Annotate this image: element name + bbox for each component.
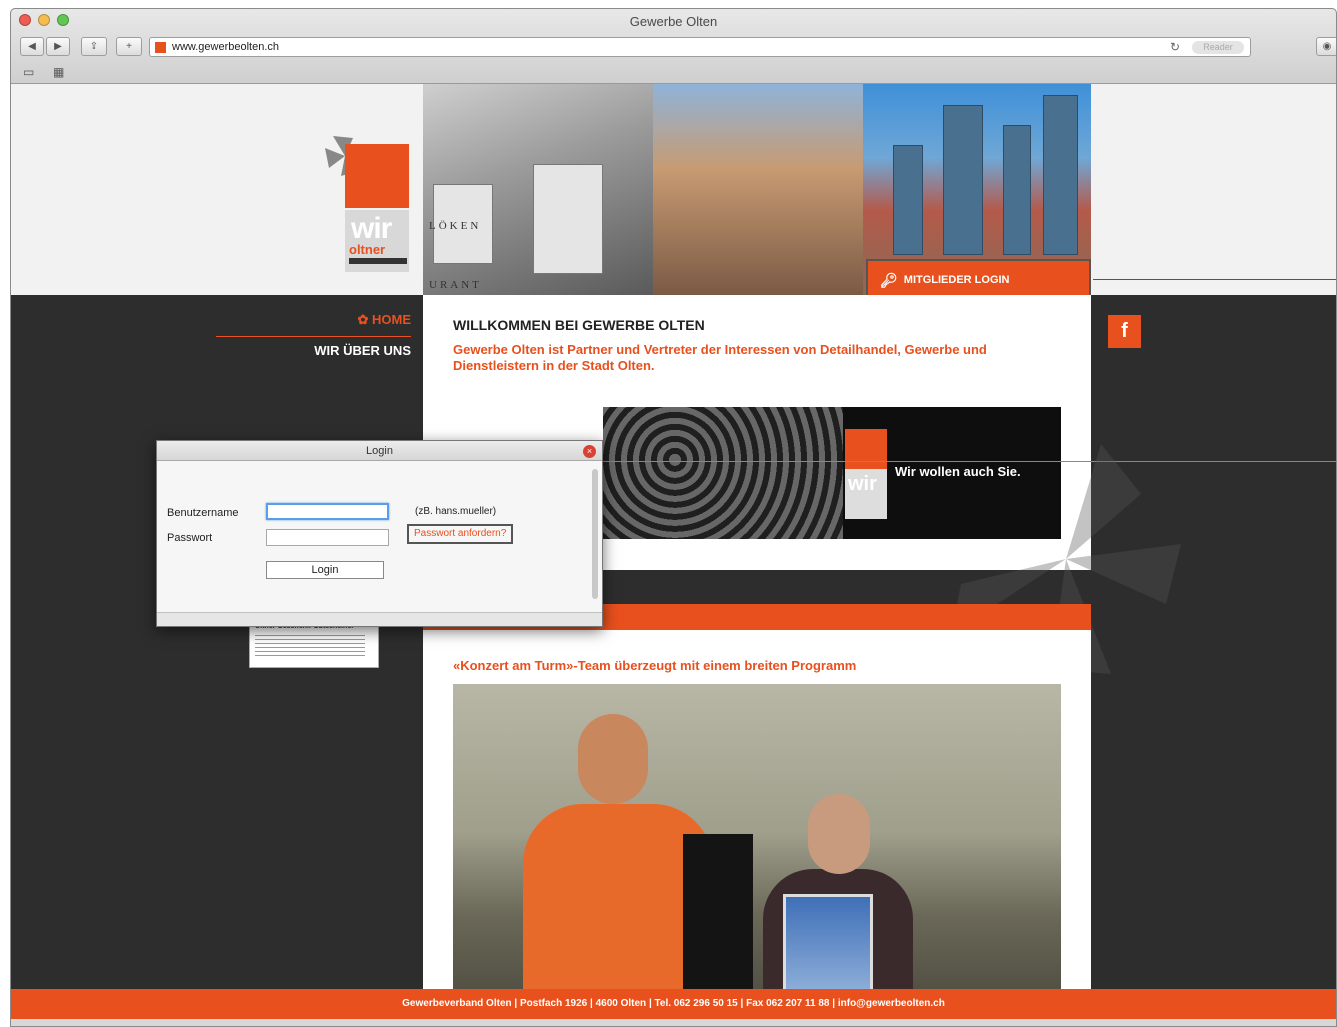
login-submit-button[interactable]: Login — [266, 561, 384, 579]
page-footer: Gewerbeverband Olten | Postfach 1926 | 4… — [11, 989, 1336, 1019]
callout-line-2 — [533, 461, 1336, 462]
browser-status-bar — [11, 1019, 1336, 1026]
web-page: wir oltner LÖKEN URANT 🔑︎ MITGLIEDER LOGI… — [11, 84, 1336, 1026]
share-icon: ⇪ — [89, 41, 99, 52]
reader-button[interactable]: Reader — [1192, 41, 1244, 54]
member-login-label: MITGLIEDER LOGIN — [903, 274, 1010, 286]
favicon-icon — [155, 42, 166, 53]
address-bar[interactable]: www.gewerbeolten.ch ↻ Reader — [149, 37, 1251, 57]
welcome-heading: WILLKOMMEN BEI GEWERBE OLTEN — [453, 317, 705, 333]
ad-fine-print — [255, 635, 365, 657]
reload-icon[interactable]: ↻ — [1170, 40, 1180, 54]
news-section: Aktuell «Konzert am Turm»-Team überzeugt… — [423, 604, 1091, 1014]
bookmarks-sidebar-icon[interactable]: ▭ — [23, 65, 34, 79]
callout-line — [1093, 279, 1336, 280]
facebook-icon[interactable]: f — [1108, 315, 1141, 348]
share-button[interactable]: ⇪ — [81, 37, 107, 56]
nav-home-label: HOME — [372, 312, 411, 327]
crowd-photo — [603, 407, 843, 539]
window-title: Gewerbe Olten — [629, 14, 718, 29]
intro-text: Gewerbe Olten ist Partner und Vertreter … — [453, 342, 987, 372]
nav-item-about[interactable]: WIR ÜBER UNS — [216, 337, 411, 358]
promo-logo: wir — [845, 429, 887, 519]
key-icon: 🔑︎ — [880, 272, 898, 288]
back-button[interactable]: ◀ — [20, 37, 44, 56]
home-flower-icon: ✿ — [357, 312, 372, 327]
username-input[interactable] — [266, 503, 389, 520]
username-hint: (zB. hans.mueller) — [415, 506, 497, 517]
chevron-left-icon: ◀ — [28, 41, 36, 52]
site-logo[interactable]: wir oltner — [321, 126, 421, 276]
login-dialog-title: Login — [157, 441, 602, 461]
plus-icon: + — [126, 41, 132, 52]
logo-orange-block — [345, 144, 409, 208]
url-text: www.gewerbeolten.ch — [172, 41, 280, 53]
login-dialog: Login × Benutzername Passwort (zB. hans.… — [156, 440, 603, 627]
circle-icon: ◉ — [1322, 41, 1332, 52]
forgot-password-link[interactable]: Passwort anfordern? — [407, 524, 514, 544]
forward-button[interactable]: ▶ — [46, 37, 70, 56]
news-article-title[interactable]: «Konzert am Turm»-Team überzeugt mit ein… — [453, 658, 856, 673]
browser-window: Gewerbe Olten ◀ ▶ ⇪ + www.gewerbeolten.c… — [10, 8, 1337, 1027]
dialog-scrollbar[interactable] — [592, 469, 598, 599]
browser-toolbar: Gewerbe Olten ◀ ▶ ⇪ + www.gewerbeolten.c… — [11, 9, 1336, 84]
dialog-bottom-bar — [157, 612, 602, 626]
news-article-photo — [453, 684, 1061, 1014]
banner-sign-text: LÖKEN — [429, 220, 482, 232]
top-sites-icon[interactable]: ▦ — [53, 65, 64, 79]
password-input[interactable] — [266, 529, 389, 546]
banner-sign-text-2: URANT — [429, 279, 482, 291]
chevron-right-icon: ▶ — [54, 41, 62, 52]
nav-item-home[interactable]: ✿ HOME — [216, 312, 411, 337]
member-login-button[interactable]: 🔑︎ MITGLIEDER LOGIN — [866, 259, 1091, 299]
password-label: Passwort — [167, 532, 213, 544]
close-icon[interactable]: × — [583, 445, 596, 458]
username-label: Benutzername — [167, 507, 239, 519]
logo-wir-block: wir oltner — [345, 210, 409, 272]
download-button[interactable]: ◉ — [1316, 37, 1336, 56]
main-navigation: ✿ HOME WIR ÜBER UNS — [216, 312, 411, 358]
new-tab-button[interactable]: + — [116, 37, 142, 56]
